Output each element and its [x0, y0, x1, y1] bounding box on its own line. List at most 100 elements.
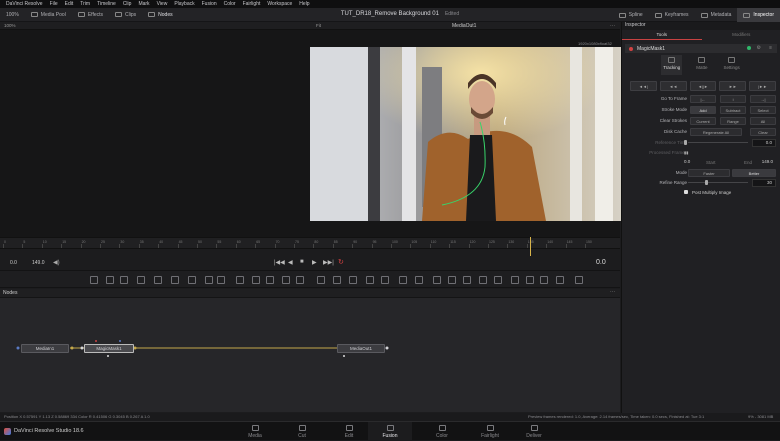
fusion-tool-icon[interactable]: [171, 276, 179, 284]
node-magic-mask[interactable]: MagicMask1: [84, 344, 134, 353]
clear-range-button[interactable]: Range: [720, 117, 746, 125]
page-tab-edit[interactable]: Edit: [339, 422, 359, 441]
fusion-tool-icon[interactable]: [575, 276, 583, 284]
fusion-tool-icon[interactable]: [296, 276, 304, 284]
end-value[interactable]: 149.0: [752, 159, 776, 167]
current-frame[interactable]: 0.0: [596, 259, 606, 266]
fusion-tool-icon[interactable]: [217, 276, 225, 284]
fusion-tool-icon[interactable]: [154, 276, 162, 284]
stroke-add-button[interactable]: Add: [690, 106, 716, 114]
inspector-button[interactable]: Inspector: [737, 8, 780, 22]
subtab-tracking[interactable]: Tracking: [661, 55, 682, 75]
fusion-tool-icon[interactable]: [282, 276, 290, 284]
refine-range-knob[interactable]: [705, 180, 708, 185]
refine-range-slider[interactable]: [688, 182, 748, 183]
fusion-tool-icon[interactable]: [120, 276, 128, 284]
page-tab-color[interactable]: Color: [432, 422, 452, 441]
menu-item[interactable]: Edit: [65, 1, 74, 7]
fusion-tool-icon[interactable]: [90, 276, 98, 284]
fusion-tool-icon[interactable]: [399, 276, 407, 284]
track-reverse-from-end-button[interactable]: ◄◄|: [630, 81, 657, 91]
media-pool-button[interactable]: Media Pool: [25, 12, 72, 18]
keyframes-button[interactable]: Keyframes: [649, 12, 695, 18]
fusion-tool-icon[interactable]: [137, 276, 145, 284]
menu-item[interactable]: Fusion: [202, 1, 217, 7]
menu-item[interactable]: Mark: [138, 1, 149, 7]
fusion-tool-icon[interactable]: [266, 276, 274, 284]
viewer-fit[interactable]: Fit: [316, 23, 321, 28]
nodes-more-icon[interactable]: ···: [610, 289, 615, 295]
inspector-node-title[interactable]: MagicMask1 ⚙ ≡: [625, 44, 777, 53]
effects-button[interactable]: Effects: [72, 12, 109, 18]
page-tab-deliver[interactable]: Deliver: [520, 422, 548, 441]
reference-time-value[interactable]: 0.0: [752, 139, 776, 147]
stop-icon[interactable]: ■: [300, 259, 304, 265]
track-bidirectional-button[interactable]: ◄||►: [690, 81, 717, 91]
fusion-tool-icon[interactable]: [415, 276, 423, 284]
subtab-matte[interactable]: Matte: [694, 55, 709, 75]
fusion-tool-icon[interactable]: [479, 276, 487, 284]
node-enabled-icon[interactable]: [747, 46, 751, 50]
fusion-tool-icon[interactable]: [252, 276, 260, 284]
menu-item[interactable]: Workspace: [267, 1, 292, 7]
menu-item[interactable]: Trim: [80, 1, 90, 7]
node-media-out[interactable]: MediaOut1: [337, 344, 385, 353]
fusion-tool-icon[interactable]: [540, 276, 548, 284]
tab-tools[interactable]: Tools: [622, 32, 702, 40]
page-tab-fairlight[interactable]: Fairlight: [475, 422, 505, 441]
fusion-tool-icon[interactable]: [236, 276, 244, 284]
step-back-icon[interactable]: ◀: [288, 259, 293, 266]
clear-current-button[interactable]: Current: [690, 117, 716, 125]
menu-item[interactable]: File: [50, 1, 58, 7]
fusion-tool-icon[interactable]: [317, 276, 325, 284]
zoom-select[interactable]: 100%: [0, 12, 25, 18]
reference-time-knob[interactable]: [684, 140, 687, 145]
fusion-tool-icon[interactable]: [448, 276, 456, 284]
fusion-tool-icon[interactable]: [526, 276, 534, 284]
page-tab-cut[interactable]: Cut: [292, 422, 312, 441]
menu-item[interactable]: Timeline: [97, 1, 116, 7]
menu-item[interactable]: DaVinci Resolve: [6, 1, 43, 7]
viewer-more-icon[interactable]: ···: [610, 23, 615, 29]
stroke-subtract-button[interactable]: Subtract: [720, 106, 746, 114]
play-icon[interactable]: ▶: [312, 259, 317, 266]
page-tab-fusion[interactable]: Fusion: [368, 422, 412, 441]
menu-item[interactable]: Fairlight: [243, 1, 261, 7]
track-forward-from-start-button[interactable]: |►►: [749, 81, 776, 91]
page-tab-media[interactable]: Media: [245, 422, 265, 441]
viewer-zoom[interactable]: 100%: [4, 23, 16, 28]
nodes-button[interactable]: Nodes: [142, 12, 178, 18]
node-editor[interactable]: MediaIn1 MagicMask1 MediaOut1: [0, 298, 620, 412]
fusion-tool-icon[interactable]: [366, 276, 374, 284]
go-to-end-icon[interactable]: ▶▶|: [323, 259, 334, 266]
audio-icon[interactable]: ◀): [53, 259, 60, 266]
regenerate-all-button[interactable]: Regenerate All: [690, 128, 742, 136]
playhead[interactable]: [530, 237, 531, 257]
fusion-tool-icon[interactable]: [188, 276, 196, 284]
menu-item[interactable]: Help: [299, 1, 309, 7]
clips-button[interactable]: Clips: [109, 12, 142, 18]
fusion-tool-icon[interactable]: [106, 276, 114, 284]
fusion-tool-icon[interactable]: [433, 276, 441, 284]
mode-better-button[interactable]: Better: [732, 169, 776, 177]
fusion-tool-icon[interactable]: [205, 276, 213, 284]
track-forward-button[interactable]: ►►: [719, 81, 746, 91]
tab-modifiers[interactable]: Modifiers: [702, 32, 780, 40]
node-menu-icon[interactable]: ≡: [769, 45, 772, 51]
menu-item[interactable]: Color: [224, 1, 236, 7]
go-to-start-icon[interactable]: |◀◀: [274, 259, 285, 266]
fusion-tool-icon[interactable]: [556, 276, 564, 284]
fusion-tool-icon[interactable]: [333, 276, 341, 284]
viewer-image[interactable]: [310, 47, 621, 221]
processed-frames-toggle[interactable]: ▮▮: [684, 150, 688, 155]
render-start[interactable]: 0.0: [10, 260, 17, 266]
go-to-ref-frame-button[interactable]: ↕: [720, 95, 746, 103]
start-value[interactable]: 0.0: [684, 159, 702, 167]
stroke-select-button[interactable]: Select: [750, 106, 776, 114]
menu-item[interactable]: Clip: [123, 1, 132, 7]
go-to-start-frame-button[interactable]: |←: [690, 95, 716, 103]
metadata-button[interactable]: Metadata: [695, 12, 738, 18]
go-to-end-frame-button[interactable]: →|: [750, 95, 776, 103]
fusion-tool-icon[interactable]: [494, 276, 502, 284]
time-ruler[interactable]: 0510152025303540455055606570758085909510…: [0, 237, 620, 249]
